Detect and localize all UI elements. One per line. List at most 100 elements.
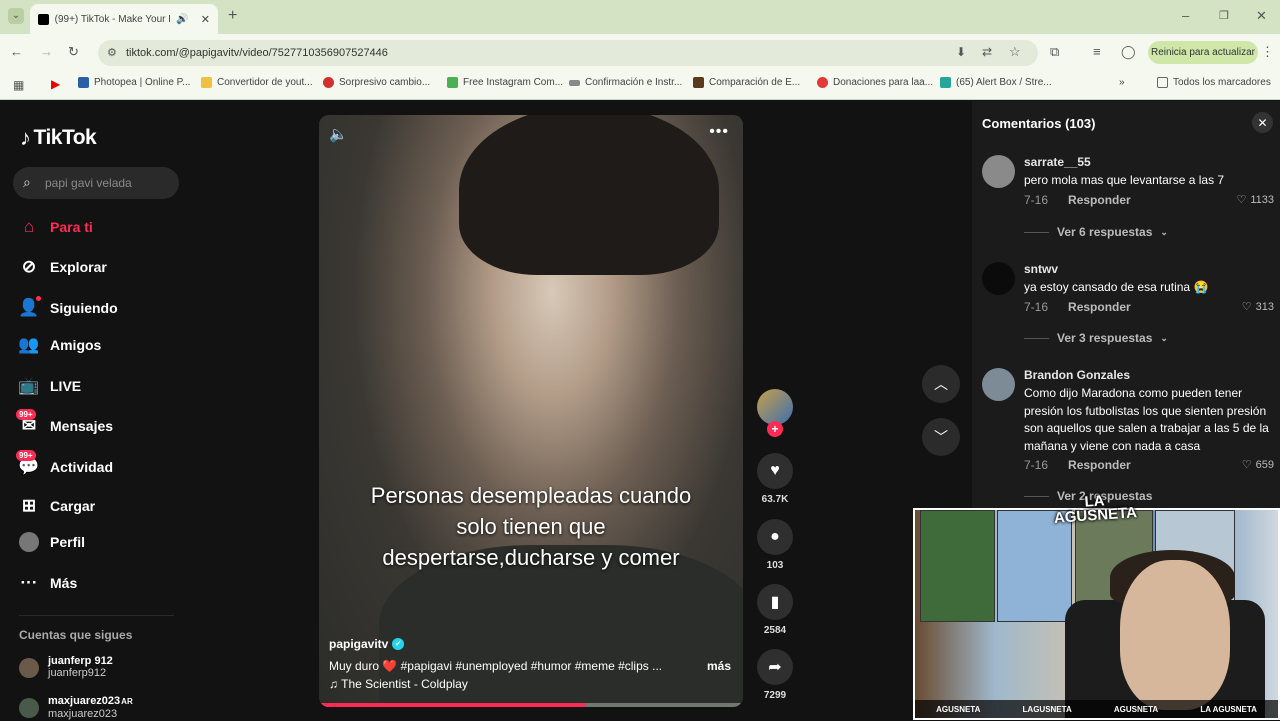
restore-button[interactable]: ❐ (1219, 9, 1229, 23)
video-caption: Personas desempleadas cuando solo tienen… (370, 483, 692, 570)
tab-close-icon[interactable]: ✕ (201, 13, 210, 26)
extensions-icon[interactable]: ⧉ (1050, 45, 1059, 59)
new-tab-button[interactable]: + (228, 8, 237, 24)
nav-actividad[interactable]: 💬 99+ Actividad (16, 450, 113, 477)
view-replies-button[interactable]: Ver 3 respuestas ⌄ (1024, 331, 1168, 345)
webcam-poster (920, 510, 995, 622)
avatar[interactable] (982, 262, 1015, 295)
music-link[interactable]: ♫ The Scientist - Coldplay (329, 677, 468, 691)
comment-meta: 7-16 Responder (1024, 193, 1131, 207)
video-player[interactable]: 🔈 ••• Personas desempleadas cuando solo … (319, 115, 743, 707)
view-replies-button[interactable]: Ver 6 respuestas ⌄ (1024, 225, 1168, 239)
video-progress-fill (319, 703, 587, 707)
forward-icon[interactable]: → (40, 45, 53, 59)
kick-handle: AGUSNETA (1113, 704, 1159, 714)
account-handle: juanferp912 (48, 667, 107, 679)
bookmark-star-icon[interactable]: ☆ (1009, 44, 1021, 60)
nav-amigos[interactable]: 👥 Amigos (18, 335, 101, 355)
reply-button[interactable]: Responder (1068, 193, 1131, 207)
save-button[interactable]: ▮ 2584 (756, 584, 794, 636)
nav-mensajes[interactable]: ✉ 99+ Mensajes (16, 409, 113, 436)
site-info-icon[interactable]: ⚙ (107, 46, 117, 59)
like-button[interactable]: ♥ 63.7K (756, 453, 794, 505)
youtube-handle: LA AGUSNETA (1200, 704, 1257, 714)
tab-search-icon[interactable]: ⌄ (8, 8, 24, 24)
avatar[interactable] (982, 155, 1015, 188)
nav-live[interactable]: 📺 LIVE (18, 376, 81, 396)
reply-button[interactable]: Responder (1068, 458, 1131, 472)
video-progress-bar[interactable] (319, 703, 743, 707)
avatar (19, 657, 39, 678)
comment-username[interactable]: sntwv (1024, 262, 1058, 276)
messages-icon: ✉ 99+ (16, 409, 39, 436)
search-input[interactable]: ⌕ papi gavi velada (13, 167, 179, 199)
nav-para-ti[interactable]: ⌂ Para ti (19, 217, 93, 237)
comment-like-button[interactable]: ♡ 1133 (1236, 193, 1274, 207)
tiktok-logo[interactable]: ♪ TikTok (20, 125, 97, 151)
bookmarks-overflow-icon[interactable]: » (1119, 77, 1125, 88)
nav-perfil[interactable]: Perfil (19, 532, 85, 552)
bookmark-item[interactable]: Free Instagram Com... (447, 77, 563, 88)
search-placeholder: papi gavi velada (45, 176, 132, 190)
comment-meta: 7-16 Responder (1024, 300, 1131, 314)
profile-avatar-icon[interactable]: ◯ (1121, 45, 1136, 59)
more-link[interactable]: más (707, 659, 731, 673)
follow-plus-icon[interactable]: + (767, 421, 783, 437)
minimize-button[interactable]: – (1182, 9, 1189, 23)
activity-icon: 💬 99+ (16, 450, 40, 477)
close-comments-icon[interactable]: ✕ (1252, 112, 1273, 133)
update-button[interactable]: Reinicia para actualizar (1148, 41, 1258, 64)
back-icon[interactable]: ← (10, 45, 23, 59)
nav-cargar[interactable]: ⊞ Cargar (19, 496, 95, 516)
nav-mas[interactable]: ··· Más (19, 573, 78, 593)
media-icon[interactable]: ≡ (1093, 45, 1101, 59)
activity-badge: 99+ (16, 450, 36, 461)
bookmark-item[interactable]: Donaciones para laa... (817, 77, 933, 88)
browser-tabstrip: ⌄ (99+) TikTok - Make Your Da 🔊 ✕ + – ❐ … (0, 0, 1280, 34)
bookmark-item[interactable]: Comparación de E... (693, 77, 800, 88)
nav-explorar[interactable]: ⊘ Explorar (19, 257, 107, 277)
home-icon: ⌂ (23, 217, 35, 236)
translate-icon[interactable]: ⇄ (982, 45, 992, 59)
volume-icon[interactable]: 🔈 (329, 125, 348, 143)
bookmark-item[interactable]: Photopea | Online P... (78, 77, 190, 88)
close-window-button[interactable]: ✕ (1256, 9, 1267, 23)
reload-icon[interactable]: ↻ (68, 45, 79, 59)
reply-button[interactable]: Responder (1068, 300, 1131, 314)
following-account[interactable]: juanferp 912 juanferp912 (19, 655, 113, 680)
next-video-button[interactable]: ﹀ (922, 418, 960, 456)
address-bar[interactable]: ⚙ tiktok.com/@papigavitv/video/752771035… (98, 40, 1038, 66)
comment-icon: ● (757, 519, 793, 555)
chevron-up-icon: ︿ (934, 376, 948, 392)
share-button[interactable]: ➦ 7299 (756, 649, 794, 701)
following-title: Cuentas que sigues (19, 628, 133, 642)
bookmark-item[interactable]: Convertidor de yout... (201, 77, 313, 88)
browser-tab[interactable]: (99+) TikTok - Make Your Da 🔊 ✕ (30, 4, 218, 34)
nav-siguiendo[interactable]: 👤 Siguiendo (18, 296, 118, 318)
account-handle: maxjuarez023 (48, 708, 118, 720)
bookmark-item[interactable]: (65) Alert Box / Stre... (940, 77, 1052, 88)
previous-video-button[interactable]: ︿ (922, 365, 960, 403)
following-account[interactable]: maxjuarez023AR maxjuarez023 (19, 695, 133, 721)
messages-badge: 99+ (16, 409, 36, 420)
comment-button[interactable]: ● 103 (756, 519, 794, 571)
video-options-icon[interactable]: ••• (709, 123, 729, 141)
apps-grid-icon[interactable]: ▦ (13, 78, 24, 92)
tiktok-favicon-icon (38, 13, 49, 25)
comment-like-button[interactable]: ♡ 659 (1242, 458, 1274, 472)
comment-like-button[interactable]: ♡ 313 (1242, 300, 1274, 314)
install-icon[interactable]: ⬇ (956, 45, 966, 59)
browser-menu-icon[interactable]: ⋮ (1261, 45, 1274, 59)
youtube-bookmark-icon[interactable]: ▶ (51, 77, 60, 91)
share-count: 7299 (763, 690, 787, 701)
avatar[interactable] (982, 368, 1015, 401)
video-author[interactable]: papigavitv ✓ (329, 637, 405, 651)
creator-avatar[interactable] (757, 389, 793, 425)
all-bookmarks[interactable]: Todos los marcadores (1157, 77, 1271, 88)
bookmark-item[interactable]: Sorpresivo cambio... (323, 77, 430, 88)
chevron-down-icon: ⌄ (1160, 332, 1168, 343)
bookmark-item[interactable]: Confirmación e Instr... (569, 77, 682, 88)
comment-username[interactable]: Brandon Gonzales (1024, 368, 1130, 382)
comment-username[interactable]: sarrate__55 (1024, 155, 1091, 169)
account-name: juanferp 912 (48, 655, 113, 667)
